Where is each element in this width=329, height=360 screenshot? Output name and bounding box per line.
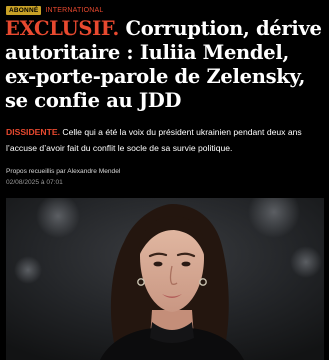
portrait-illustration [6, 198, 324, 360]
headline-kicker: EXCLUSIF. [5, 17, 119, 40]
article-timestamp: 02/08/2025 à 07:01 [6, 179, 63, 186]
article-photo[interactable] [6, 198, 324, 360]
bokeh-light [14, 256, 42, 284]
left-eye [153, 261, 163, 267]
article-page: ABONNÉ INTERNATIONAL EXCLUSIF. Corruptio… [0, 0, 329, 360]
bokeh-light [290, 246, 322, 278]
article-lede: DISSIDENTE. Celle qui a été la voix du p… [6, 125, 324, 156]
lede-lead: DISSIDENTE. [6, 127, 60, 137]
article-byline: Propos recueillis par Alexandre Mendel [6, 168, 121, 175]
subscriber-badge[interactable]: ABONNÉ [6, 6, 42, 15]
right-eye [181, 261, 191, 267]
article-headline: EXCLUSIF. Corruption, dérive autoritaire… [5, 17, 323, 113]
category-link[interactable]: INTERNATIONAL [45, 6, 103, 15]
article-tags: ABONNÉ INTERNATIONAL [6, 5, 103, 16]
